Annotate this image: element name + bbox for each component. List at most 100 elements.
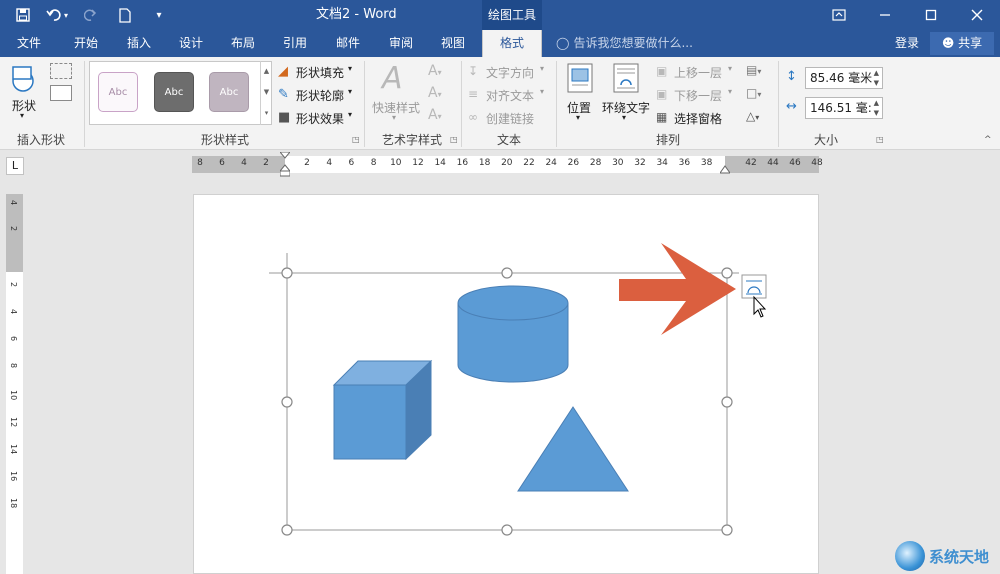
resize-handle[interactable] [281,267,293,279]
redo-icon[interactable] [74,0,108,30]
group-icon[interactable]: □▾ [746,86,761,100]
vertical-ruler[interactable]: 4 2 2 4 6 8 10 12 14 16 18 [6,194,23,574]
pen-icon: ✎ [278,87,289,102]
position-button[interactable]: 位置 ▾ [562,61,598,127]
cylinder-shape[interactable] [457,285,569,383]
send-backward-label: 下移一层 [674,89,723,103]
tab-review[interactable]: 审阅 [378,30,424,57]
collapse-ribbon-icon[interactable]: ^ [984,135,992,145]
ruler-number: 2 [9,226,18,232]
dialog-launcher-icon[interactable]: ◳ [352,135,360,144]
chevron-down-icon: ▾ [576,113,581,122]
quick-access-toolbar: ▾ ▾ [6,0,176,30]
tab-format[interactable]: 格式 [482,30,542,57]
rotate-icon[interactable]: △▾ [746,109,759,123]
ruler-number: 8 [197,158,203,168]
document-title: 文档2 - Word [316,7,397,22]
layout-options-icon[interactable] [741,274,767,299]
drawing-canvas[interactable] [194,195,820,574]
maximize-icon[interactable] [908,0,954,30]
cube-shape[interactable] [332,359,433,461]
selection-pane-button[interactable]: ▦ 选择窗格 [656,110,736,128]
separator [778,61,779,147]
resize-handle[interactable] [281,396,293,408]
ruler-number: 4 [9,200,18,206]
shape-fill-label: 形状填充 [296,66,345,80]
share-label: 共享 [958,36,983,50]
group-insert-shapes: 插入形状 [16,133,65,147]
right-arrow-shape[interactable] [619,243,736,335]
tab-home[interactable]: 开始 [62,30,110,57]
login-link[interactable]: 登录 [895,30,919,57]
shape-style-gallery[interactable]: Abc Abc Abc [89,61,272,125]
chevron-down-icon: ▾ [540,64,545,73]
tab-references[interactable]: 引用 [272,30,318,57]
height-input[interactable]: 85.46 毫米 ▲ ▼ [805,67,883,89]
triangle-shape[interactable] [517,406,629,492]
ruler-number: 14 [9,444,18,455]
resize-handle[interactable] [501,524,513,536]
ruler-number: 16 [9,471,18,482]
resize-handle[interactable] [281,524,293,536]
save-icon[interactable] [6,0,40,30]
dialog-launcher-icon[interactable]: ◳ [450,135,458,144]
resize-handle[interactable] [721,396,733,408]
text-box-icon[interactable] [50,85,72,101]
resize-handle[interactable] [721,267,733,279]
new-doc-icon[interactable] [108,0,142,30]
tab-layout[interactable]: 布局 [220,30,266,57]
shape-effects-button[interactable]: ■ 形状效果 ▾ [278,110,358,128]
indent-marker[interactable] [278,151,292,177]
chevron-down-icon: ▾ [348,87,353,96]
customize-icon[interactable]: ▾ [142,0,176,30]
ruler-margin-top [6,194,23,272]
shape-fill-button[interactable]: ◢ 形状填充 ▾ [278,64,358,82]
style-swatch-3[interactable]: Abc [209,72,249,112]
ruler-number: 6 [348,158,355,168]
ruler-number: 26 [567,158,580,168]
horizontal-ruler[interactable]: 8 6 4 2 2 4 6 8 10 12 14 16 18 20 22 24 26 28 30 32 34 36 38 42… [192,151,823,177]
separator [556,61,557,147]
quick-styles-button[interactable]: A 快速样式 ▾ [370,61,422,127]
tab-selector[interactable]: L [6,157,24,175]
ruler-number: 38 [700,158,713,168]
resize-handle[interactable] [501,267,513,279]
bring-forward-label: 上移一层 [674,66,723,80]
style-swatch-1[interactable]: Abc [98,72,138,112]
wrap-text-button[interactable]: 环绕文字 ▾ [600,61,652,127]
spin-arrows-icon[interactable]: ▲ ▼ [874,98,879,118]
undo-icon[interactable]: ▾ [40,0,74,30]
tab-file[interactable]: 文件 [6,30,52,57]
lightbulb-icon: ◯ [556,36,570,50]
width-input[interactable]: 146.51 毫: ▲ ▼ [805,97,883,119]
dialog-launcher-icon[interactable]: ◳ [876,135,884,144]
ruler-number: 8 [370,158,377,168]
resize-handle[interactable] [721,524,733,536]
close-icon[interactable] [954,0,1000,30]
ruler-number: 4 [9,309,18,315]
tab-mailings[interactable]: 邮件 [324,30,372,57]
ruler-number: 14 [434,158,446,168]
share-button[interactable]: ☻ 共享 [930,32,994,55]
ruler-number: 2 [9,282,18,288]
style-swatch-2[interactable]: Abc [154,72,194,112]
shapes-button[interactable]: 形状 ▾ [6,61,46,127]
drawing-tools-label: 绘图工具 [482,0,542,30]
tell-me-search[interactable]: ◯ 告诉我您想要做什么... [556,30,693,57]
shape-outline-button[interactable]: ✎ 形状轮廓 ▾ [278,87,358,105]
tab-insert[interactable]: 插入 [116,30,162,57]
minimize-icon[interactable] [862,0,908,30]
edit-shape-icon[interactable] [50,63,72,79]
align-text-label: 对齐文本 [486,89,535,103]
gallery-scroll[interactable]: ▲ ▼ ▾ [260,61,272,125]
ribbon-display-icon[interactable] [816,0,862,30]
tab-design[interactable]: 设计 [168,30,214,57]
spin-arrows-icon[interactable]: ▲ ▼ [874,68,879,88]
document-page[interactable] [193,194,819,574]
align-icon[interactable]: ▤▾ [746,63,761,77]
group-arrange: 排列 [655,133,680,147]
tab-view[interactable]: 视图 [430,30,476,57]
ruler-number: 46 [789,158,801,168]
right-indent-marker[interactable] [719,164,731,174]
mouse-cursor-icon [753,295,767,318]
